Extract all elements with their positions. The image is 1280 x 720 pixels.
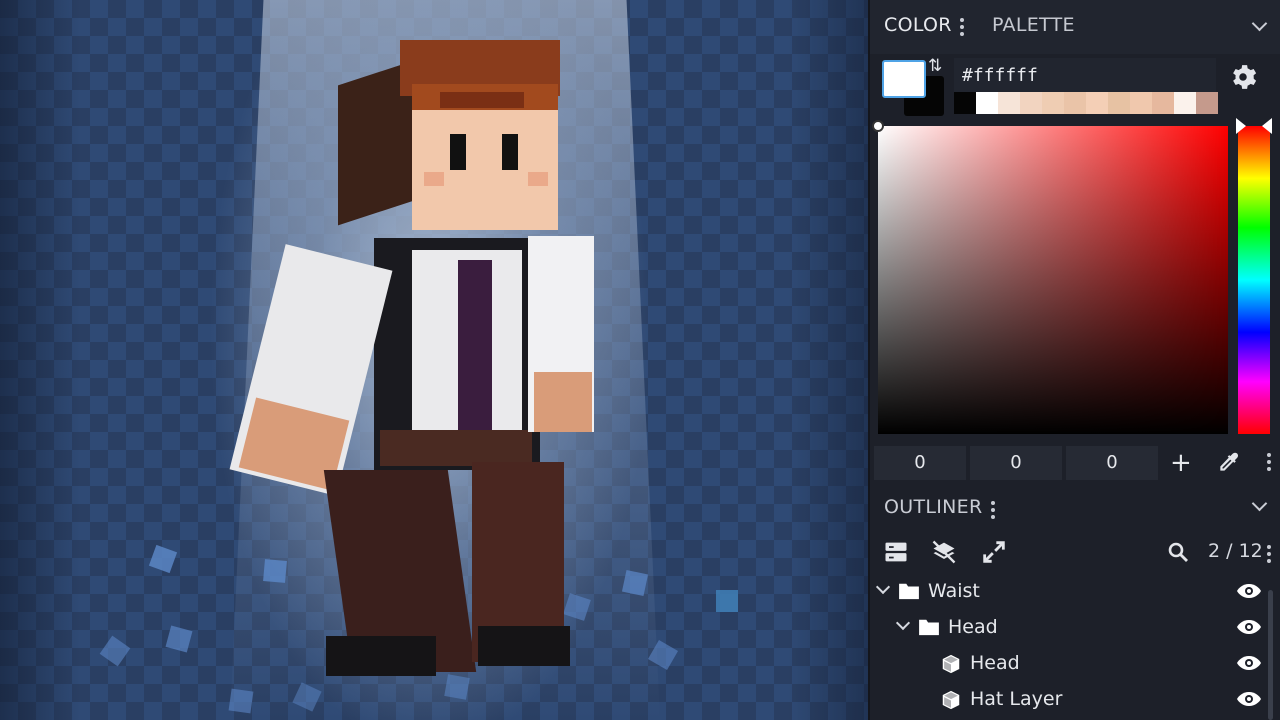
add-color-button[interactable]: +: [1170, 446, 1192, 480]
model-eye-right: [502, 134, 518, 170]
outliner-options-icon[interactable]: [1266, 544, 1272, 564]
outliner-collapse-icon[interactable]: [1251, 495, 1268, 512]
expand-icon[interactable]: [980, 538, 1008, 566]
tree-row-head-cube[interactable]: Head: [870, 645, 1270, 681]
recent-color-swatch[interactable]: [1064, 92, 1086, 114]
green-field[interactable]: 0: [970, 446, 1062, 480]
hue-handle-right[interactable]: [1262, 118, 1272, 134]
color-tabbar: COLOR PALETTE: [870, 0, 1280, 54]
recent-color-swatch[interactable]: [998, 92, 1020, 114]
folder-icon: [919, 619, 939, 636]
outliner-scrollbar[interactable]: [1268, 590, 1273, 720]
model-hand-right: [534, 372, 592, 432]
toggle-layers-icon[interactable]: [930, 538, 958, 566]
recent-color-swatch[interactable]: [1020, 92, 1042, 114]
recent-color-swatch[interactable]: [1042, 92, 1064, 114]
model-tie: [458, 260, 492, 440]
model-belt: [380, 430, 532, 466]
model-shoe-right: [478, 626, 570, 666]
collapse-chevron-icon[interactable]: [1251, 15, 1268, 32]
recent-colors-strip: [954, 92, 1218, 114]
eye-icon[interactable]: [1236, 655, 1262, 671]
tab-color[interactable]: COLOR: [884, 14, 952, 36]
recent-color-swatch[interactable]: [1130, 92, 1152, 114]
recent-color-swatch[interactable]: [1108, 92, 1130, 114]
eye-icon[interactable]: [1236, 691, 1262, 707]
saturation-value-picker[interactable]: [878, 126, 1228, 434]
eyedropper-icon[interactable]: [1216, 449, 1242, 475]
outliner-menu-icon[interactable]: [990, 500, 996, 520]
cube-icon: [942, 654, 960, 674]
tree-label: Head: [948, 616, 998, 638]
eye-icon[interactable]: [1236, 619, 1262, 635]
tree-label: Waist: [928, 580, 980, 602]
tree-row-head-group[interactable]: Head: [870, 609, 1270, 645]
tree-row-waist[interactable]: Waist: [870, 573, 1270, 609]
hue-slider[interactable]: [1238, 126, 1270, 434]
3d-viewport[interactable]: [0, 0, 868, 720]
hue-handle-left[interactable]: [1236, 118, 1246, 134]
selection-count: 2 / 12: [1208, 540, 1263, 562]
recent-color-swatch[interactable]: [1086, 92, 1108, 114]
expand-chevron-icon[interactable]: [895, 615, 911, 631]
model-shoe-left: [326, 636, 436, 676]
tree-row-hat-layer[interactable]: Hat Layer: [870, 681, 1270, 717]
side-panel: COLOR PALETTE ⇅ 0 0 0 + OUTLINER: [868, 0, 1280, 720]
recent-color-swatch[interactable]: [1174, 92, 1196, 114]
tree-label: Hat Layer: [970, 688, 1063, 710]
swap-icon[interactable]: ⇅: [928, 56, 942, 76]
model-cheek: [528, 172, 548, 186]
cube-icon: [942, 690, 960, 710]
color-menu-icon[interactable]: [959, 17, 965, 37]
gear-icon[interactable]: [1228, 62, 1258, 92]
blue-field[interactable]: 0: [1066, 446, 1158, 480]
search-icon[interactable]: [1166, 540, 1190, 564]
hex-input[interactable]: [954, 58, 1216, 92]
recent-color-swatch[interactable]: [1152, 92, 1174, 114]
outliner-title: OUTLINER: [884, 496, 983, 518]
color-options-icon[interactable]: [1266, 452, 1272, 472]
expand-chevron-icon[interactable]: [875, 579, 891, 595]
tree-label: Head: [970, 652, 1020, 674]
recent-color-swatch[interactable]: [954, 92, 976, 114]
eye-icon[interactable]: [1236, 583, 1262, 599]
character-model[interactable]: [0, 0, 868, 720]
add-group-icon[interactable]: [882, 538, 910, 566]
folder-icon: [899, 583, 919, 600]
picker-handle[interactable]: [872, 120, 884, 132]
recent-color-swatch[interactable]: [976, 92, 998, 114]
model-hair-fringe: [440, 92, 524, 108]
primary-color-swatch[interactable]: [882, 60, 926, 98]
red-field[interactable]: 0: [874, 446, 966, 480]
model-eye-left: [450, 134, 466, 170]
tab-palette[interactable]: PALETTE: [992, 14, 1075, 36]
recent-color-swatch[interactable]: [1196, 92, 1218, 114]
model-cheek: [424, 172, 444, 186]
